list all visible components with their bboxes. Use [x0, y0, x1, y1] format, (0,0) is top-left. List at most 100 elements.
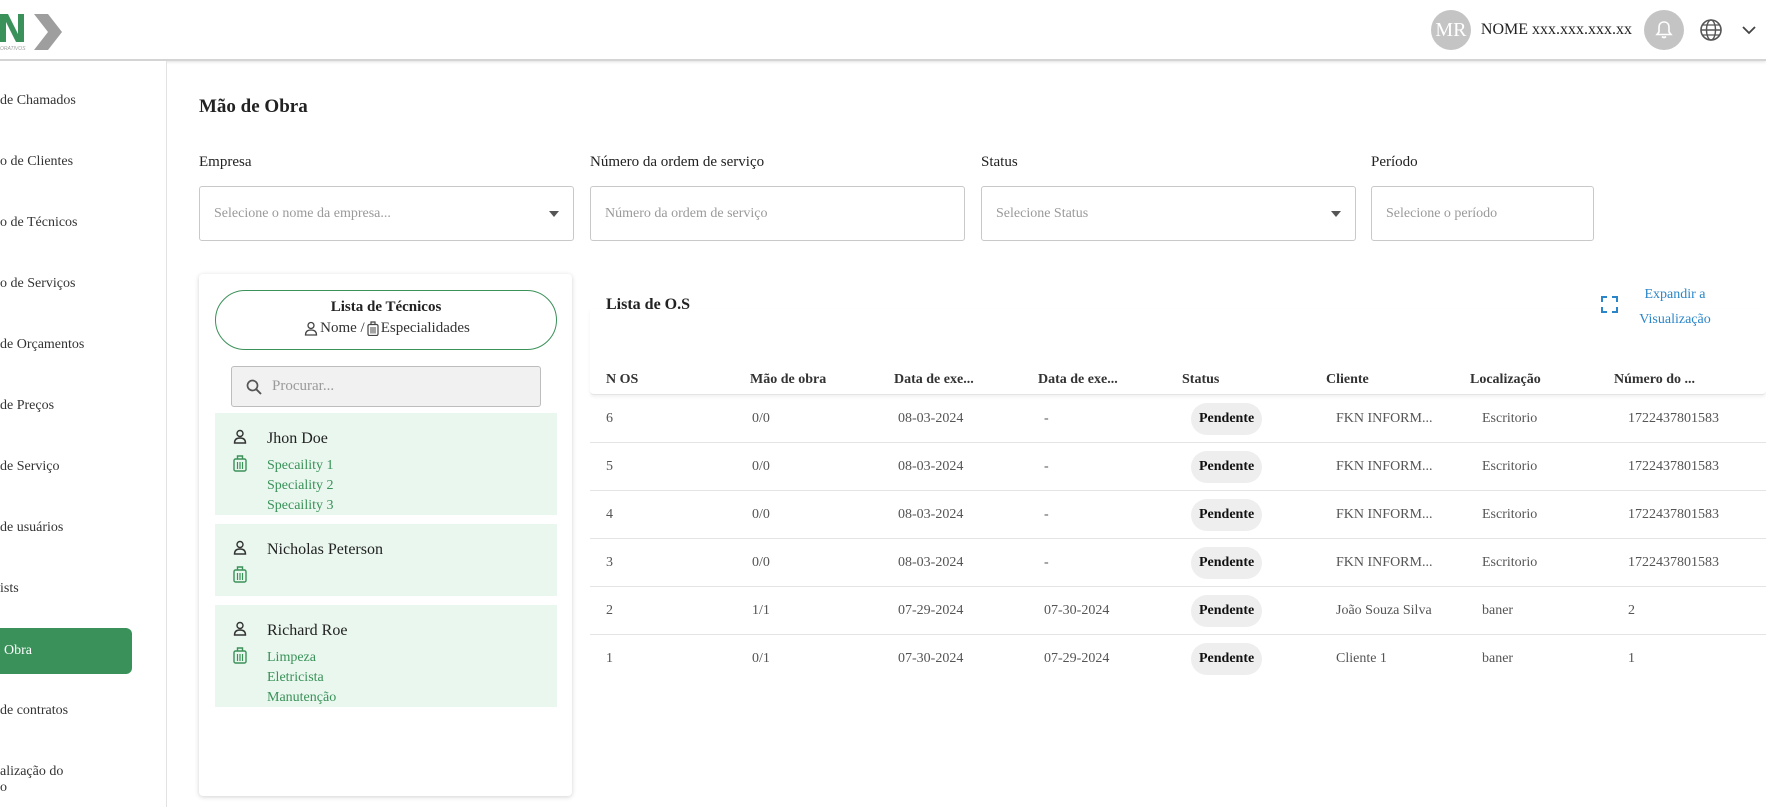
- technician-card[interactable]: Richard Roe Limpeza Eletricista Manutenç…: [215, 605, 557, 707]
- person-icon: [304, 321, 318, 336]
- cell-n-os: 4: [606, 507, 613, 522]
- briefcase-icon: [233, 566, 247, 583]
- cell-mao-obra: 1/1: [752, 603, 770, 618]
- os-number-input[interactable]: Número da ordem de serviço: [590, 186, 965, 241]
- sidebar-item-label: de contratos: [0, 703, 69, 718]
- technician-search-input[interactable]: [272, 378, 512, 395]
- empresa-placeholder: Selecione o nome da empresa...: [214, 205, 391, 221]
- empresa-select[interactable]: Selecione o nome da empresa...: [199, 186, 574, 241]
- sidebar-item-usuarios[interactable]: de usuários: [0, 520, 132, 536]
- user-name[interactable]: NOME xxx.xxx.xxx.xx: [1481, 21, 1632, 39]
- column-header[interactable]: Data de exe...: [894, 372, 974, 388]
- sidebar-item-servico[interactable]: de Serviço: [0, 459, 132, 475]
- table-row[interactable]: 1 0/1 07-30-2024 07-29-2024 Pendente Cli…: [590, 635, 1766, 683]
- cell-mao-obra: 0/0: [752, 459, 770, 474]
- cell-data-inicio: 08-03-2024: [898, 507, 964, 522]
- cell-cliente: Cliente 1: [1336, 651, 1387, 666]
- sidebar-item-precos[interactable]: de Preços: [0, 398, 132, 414]
- sidebar-item-localizacao[interactable]: alização do o: [0, 764, 132, 796]
- page-title: Mão de Obra: [199, 96, 308, 117]
- cell-localizacao: baner: [1482, 651, 1514, 666]
- status-label: Status: [981, 154, 1018, 170]
- company-logo[interactable]: ORATIVOS: [0, 8, 64, 52]
- technician-card[interactable]: Jhon Doe Specaility 1 Speciality 2 Speca…: [215, 413, 557, 515]
- sidebar-item-servicos[interactable]: o de Serviços: [0, 276, 132, 292]
- sidebar-item-label: alização do: [0, 764, 64, 779]
- table-row[interactable]: 6 0/0 08-03-2024 - Pendente FKN INFORM..…: [590, 395, 1766, 443]
- column-header[interactable]: Localização: [1470, 372, 1541, 388]
- sidebar-item-label: de usuários: [0, 520, 64, 535]
- periodo-label: Período: [1371, 154, 1418, 170]
- periodo-input[interactable]: Selecione o período: [1371, 186, 1594, 241]
- person-icon: [233, 621, 247, 636]
- sidebar-item-clientes[interactable]: o de Clientes: [0, 154, 132, 170]
- column-header[interactable]: N OS: [606, 372, 638, 388]
- speciality: Manutenção: [267, 690, 337, 705]
- sidebar-item-mao-de-obra[interactable]: Obra: [0, 628, 132, 674]
- status-badge: Pendente: [1191, 403, 1263, 435]
- cell-numero: 1722437801583: [1628, 507, 1719, 522]
- cell-data-fim: -: [1044, 555, 1049, 570]
- technicians-header: Lista de Técnicos Nome / Especialidades: [215, 290, 557, 350]
- technician-name: Nicholas Peterson: [267, 541, 383, 558]
- cell-data-inicio: 07-29-2024: [898, 603, 964, 618]
- sidebar-item-lists[interactable]: ists: [0, 581, 132, 597]
- column-header[interactable]: Data de exe...: [1038, 372, 1118, 388]
- technician-name: Richard Roe: [267, 622, 348, 639]
- sidebar-item-chamados[interactable]: de Chamados: [0, 93, 132, 109]
- status-placeholder: Selecione Status: [996, 205, 1089, 221]
- periodo-placeholder: Selecione o período: [1386, 205, 1498, 221]
- cell-localizacao: Escritorio: [1482, 507, 1538, 522]
- person-icon: [233, 429, 247, 444]
- cell-n-os: 5: [606, 459, 613, 474]
- sidebar-item-label: o de Clientes: [0, 154, 74, 169]
- column-header[interactable]: Cliente: [1326, 372, 1369, 388]
- table-row[interactable]: 2 1/1 07-29-2024 07-30-2024 Pendente Joã…: [590, 587, 1766, 635]
- technicians-subtitle: Nome / Especialidades: [216, 320, 556, 337]
- speciality: Eletricista: [267, 670, 324, 685]
- sidebar: de Chamados o de Clientes o de Técnicos …: [0, 61, 167, 807]
- cell-localizacao: Escritorio: [1482, 459, 1538, 474]
- sidebar-item-label: de Preços: [0, 398, 55, 413]
- cell-data-inicio: 08-03-2024: [898, 411, 964, 426]
- status-select[interactable]: Selecione Status: [981, 186, 1356, 241]
- column-header[interactable]: Número do ...: [1614, 372, 1695, 388]
- sidebar-item-label: o: [0, 780, 7, 795]
- cell-cliente: FKN INFORM...: [1336, 459, 1433, 474]
- sidebar-item-orcamentos[interactable]: de Orçamentos: [0, 337, 132, 353]
- table-row[interactable]: 4 0/0 08-03-2024 - Pendente FKN INFORM..…: [590, 491, 1766, 539]
- svg-text:ORATIVOS: ORATIVOS: [0, 46, 26, 52]
- briefcase-icon: [233, 455, 247, 472]
- notifications-button[interactable]: [1644, 10, 1684, 50]
- avatar[interactable]: MR: [1430, 10, 1471, 50]
- language-button[interactable]: [1698, 17, 1724, 43]
- technician-specialities: Limpeza Eletricista Manutenção: [267, 648, 336, 708]
- cell-n-os: 2: [606, 603, 613, 618]
- sidebar-item-contratos[interactable]: de contratos: [0, 703, 132, 719]
- technician-search[interactable]: [231, 366, 541, 407]
- cell-data-fim: 07-30-2024: [1044, 603, 1110, 618]
- user-area: MR NOME xxx.xxx.xxx.xx: [1430, 10, 1766, 50]
- column-header[interactable]: Status: [1182, 372, 1219, 388]
- technicians-panel: Lista de Técnicos Nome / Especialidades: [199, 274, 572, 796]
- speciality: Limpeza: [267, 650, 316, 665]
- cell-cliente: João Souza Silva: [1336, 603, 1432, 618]
- cell-cliente: FKN INFORM...: [1336, 507, 1433, 522]
- column-header[interactable]: Mão de obra: [750, 372, 826, 388]
- bell-icon: [1655, 21, 1673, 39]
- technician-card[interactable]: Nicholas Peterson: [215, 524, 557, 596]
- table-row[interactable]: 3 0/0 08-03-2024 - Pendente FKN INFORM..…: [590, 539, 1766, 587]
- sidebar-item-tecnicos[interactable]: o de Técnicos: [0, 215, 132, 231]
- sidebar-item-label: ists: [0, 581, 19, 596]
- technicians-title: Lista de Técnicos: [330, 299, 442, 315]
- briefcase-icon: [367, 321, 379, 336]
- cell-localizacao: Escritorio: [1482, 555, 1538, 570]
- speciality: Specaility 1: [267, 458, 334, 473]
- cell-n-os: 3: [606, 555, 613, 570]
- dropdown-caret-icon: [549, 211, 559, 217]
- user-menu-toggle[interactable]: [1740, 21, 1758, 39]
- sidebar-item-label: o de Serviços: [0, 276, 76, 291]
- speciality: Specaility 3: [267, 498, 334, 513]
- chevron-down-icon: [1742, 26, 1756, 35]
- table-row[interactable]: 5 0/0 08-03-2024 - Pendente FKN INFORM..…: [590, 443, 1766, 491]
